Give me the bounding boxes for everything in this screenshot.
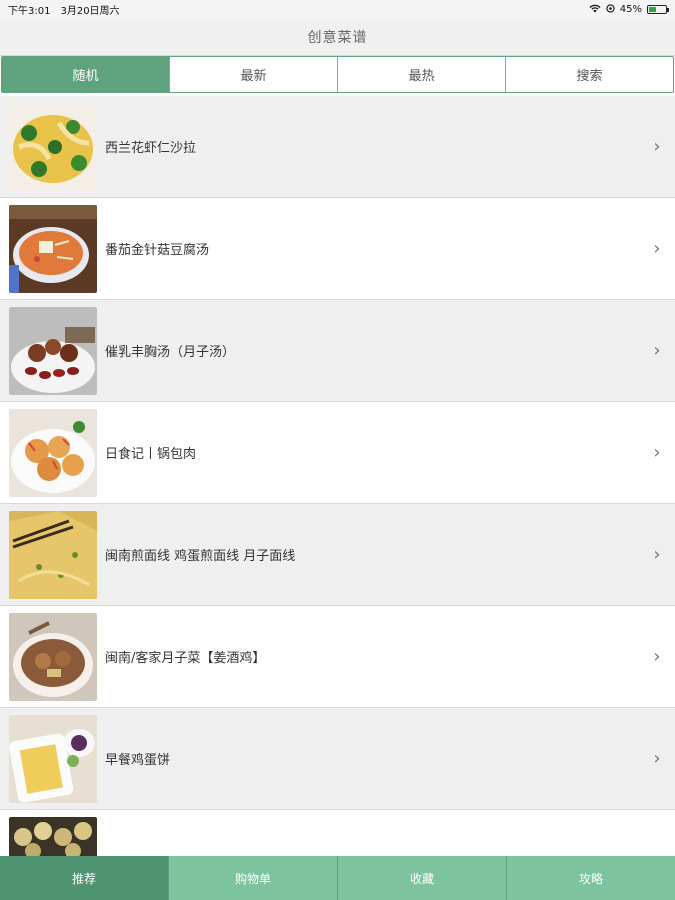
status-bar: 下午3:01 3月20日周六 45%	[0, 0, 675, 19]
segment-search[interactable]: 搜索	[505, 57, 673, 92]
chevron-right-icon: ›	[653, 136, 661, 157]
list-item[interactable]: ›	[0, 810, 675, 856]
recipe-title: 早餐鸡蛋饼	[105, 753, 171, 768]
recipe-title: 闽南/客家月子菜【姜酒鸡】	[105, 651, 266, 666]
list-item[interactable]: 西兰花虾仁沙拉 ›	[0, 96, 675, 198]
recipe-title: 西兰花虾仁沙拉	[105, 141, 197, 156]
chevron-right-icon: ›	[653, 238, 661, 259]
recipe-thumbnail	[9, 408, 97, 497]
recipe-thumbnail	[9, 714, 97, 803]
recipe-list[interactable]: 西兰花虾仁沙拉 › 番茄金针菇豆腐汤 › 催乳丰胸汤（月子汤） › 日食记丨锅包…	[0, 96, 675, 856]
list-item[interactable]: 早餐鸡蛋饼 ›	[0, 708, 675, 810]
list-item[interactable]: 催乳丰胸汤（月子汤） ›	[0, 300, 675, 402]
status-date: 3月20日周六	[60, 6, 120, 17]
recipe-thumbnail	[9, 612, 97, 701]
tab-guides[interactable]: 攻略	[506, 856, 675, 900]
recipe-title: 闽南煎面线 鸡蛋煎面线 月子面线	[105, 549, 296, 564]
recipe-title: 日食记丨锅包肉	[105, 447, 197, 462]
segmented-control: 随机 最新 最热 搜索	[1, 56, 674, 93]
recipe-thumbnail	[9, 510, 97, 599]
chevron-right-icon: ›	[653, 748, 661, 769]
tab-recommend[interactable]: 推荐	[0, 856, 168, 900]
chevron-right-icon: ›	[653, 442, 661, 463]
list-item[interactable]: 闽南煎面线 鸡蛋煎面线 月子面线 ›	[0, 504, 675, 606]
recipe-thumbnail	[9, 204, 97, 293]
battery-icon	[647, 5, 669, 14]
wifi-icon	[589, 4, 601, 16]
tab-bar: 推荐 购物单 收藏 攻略	[0, 856, 675, 900]
list-item[interactable]: 闽南/客家月子菜【姜酒鸡】 ›	[0, 606, 675, 708]
recipe-thumbnail	[9, 102, 97, 191]
chevron-right-icon: ›	[653, 340, 661, 361]
chevron-right-icon: ›	[653, 646, 661, 667]
tab-favorites[interactable]: 收藏	[337, 856, 506, 900]
location-icon	[606, 3, 615, 16]
segment-latest[interactable]: 最新	[169, 57, 337, 92]
chevron-right-icon: ›	[653, 544, 661, 565]
recipe-thumbnail	[9, 306, 97, 395]
segment-random[interactable]: 随机	[2, 57, 169, 92]
recipe-title: 催乳丰胸汤（月子汤）	[105, 345, 236, 360]
list-item[interactable]: 番茄金针菇豆腐汤 ›	[0, 198, 675, 300]
nav-bar: 创意菜谱	[0, 19, 675, 56]
list-item[interactable]: 日食记丨锅包肉 ›	[0, 402, 675, 504]
status-time: 下午3:01	[8, 6, 51, 17]
tab-shopping-list[interactable]: 购物单	[168, 856, 337, 900]
recipe-thumbnail	[9, 816, 97, 856]
battery-level	[649, 7, 657, 12]
battery-percent: 45%	[619, 4, 642, 15]
segment-hottest[interactable]: 最热	[337, 57, 505, 92]
page-title: 创意菜谱	[307, 30, 368, 46]
recipe-title: 番茄金针菇豆腐汤	[105, 243, 210, 258]
